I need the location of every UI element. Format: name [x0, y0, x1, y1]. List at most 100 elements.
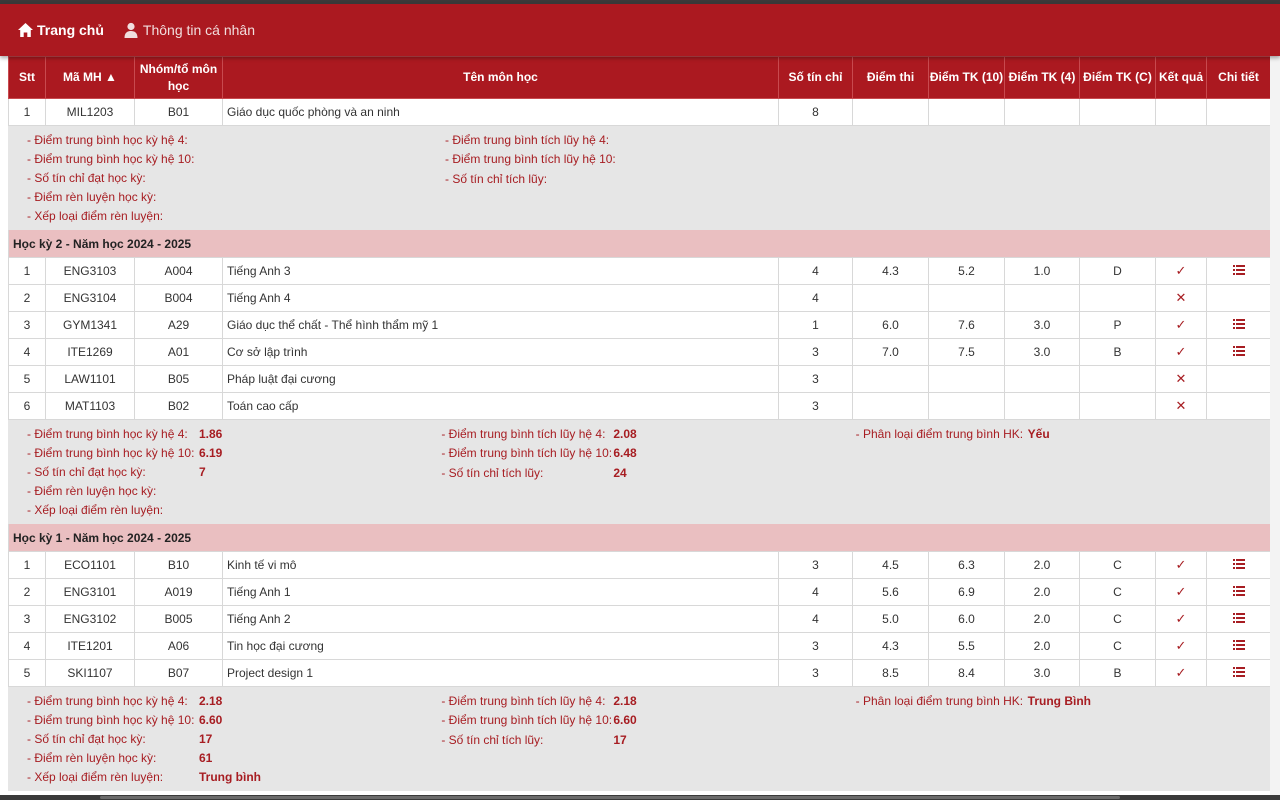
summary-line: - Xếp loại điểm rèn luyện:	[27, 206, 445, 225]
cell-tk4	[1004, 98, 1080, 126]
cell-stt: 4	[8, 338, 46, 366]
nav-profile[interactable]: Thông tin cá nhân	[122, 21, 255, 39]
cell-detail[interactable]	[1206, 551, 1271, 579]
nav-home-label: Trang chủ	[37, 22, 104, 38]
cell-detail[interactable]	[1206, 605, 1271, 633]
summary-value: 6.60	[613, 712, 637, 727]
cell-stt: 1	[8, 551, 46, 579]
cell-credits: 3	[778, 338, 853, 366]
cell-course-code: MIL1203	[45, 98, 135, 126]
cell-tk4: 2.0	[1004, 578, 1080, 606]
cell-course-name: Toán cao cấp	[222, 392, 779, 420]
cell-credits: 4	[778, 257, 853, 285]
cell-tkc	[1079, 392, 1156, 420]
cell-credits: 1	[778, 311, 853, 339]
cell-exam: 4.3	[852, 632, 929, 660]
summary-value: 24	[613, 466, 627, 480]
cell-stt: 3	[8, 311, 46, 339]
summary-classify-column: - Phân loại điểm trung bình HK: Trung Bìn…	[856, 691, 1270, 786]
summary-line: - Điểm rèn luyện học kỳ:	[27, 187, 445, 206]
summary-line: - Điểm trung bình tích lũy hệ 4:	[445, 130, 863, 149]
col-course-code[interactable]: Mã MH ▲	[45, 56, 135, 99]
nav-home[interactable]: Trang chủ	[16, 21, 104, 39]
cell-result: ✓	[1155, 551, 1207, 579]
list-icon[interactable]	[1232, 346, 1245, 356]
list-icon[interactable]	[1232, 640, 1245, 650]
cell-tk10: 6.3	[928, 551, 1005, 579]
cell-detail[interactable]	[1206, 632, 1271, 660]
summary-label: - Số tín chỉ đạt học kỳ:	[27, 464, 146, 479]
table-row: 4 ITE1269 A01 Cơ sở lập trình 3 7.0 7.5 3.0 B ✓	[8, 338, 1271, 366]
cell-credits: 3	[778, 659, 853, 687]
cell-tkc: B	[1079, 659, 1156, 687]
semester-summary: - Điểm trung bình học kỳ hệ 4: 1.86- Điểm…	[8, 419, 1271, 524]
summary-line: - Điểm rèn luyện học kỳ: 61	[27, 748, 441, 767]
cell-detail[interactable]	[1206, 578, 1271, 606]
cell-course-code: ENG3104	[45, 284, 135, 312]
cell-group: B10	[134, 551, 223, 579]
table-row: 3 ENG3102 B005 Tiếng Anh 2 4 5.0 6.0 2.0 C ✓	[8, 605, 1271, 633]
summary-label: - Điểm trung bình tích lũy hệ 10:	[441, 445, 613, 460]
cell-result: ✓	[1155, 659, 1207, 687]
list-icon[interactable]	[1232, 586, 1245, 596]
cell-tkc	[1079, 365, 1156, 393]
cell-stt: 1	[8, 257, 46, 285]
summary-columns: - Điểm trung bình học kỳ hệ 4: - Điểm tru…	[27, 130, 1270, 225]
horizontal-scrollbar[interactable]	[0, 795, 1280, 800]
cell-course-code: ENG3101	[45, 578, 135, 606]
cell-detail[interactable]	[1206, 338, 1271, 366]
cell-detail[interactable]	[1206, 659, 1271, 687]
summary-label: - Xếp loại điểm rèn luyện:	[27, 208, 164, 223]
cell-group: B004	[134, 284, 223, 312]
col-detail: Chi tiết	[1206, 56, 1271, 99]
user-icon	[122, 21, 140, 39]
summary-line: - Điểm trung bình học kỳ hệ 4: 2.18	[27, 691, 441, 710]
list-icon[interactable]	[1232, 265, 1245, 275]
scrollbar-thumb[interactable]	[100, 796, 1120, 799]
cell-detail[interactable]	[1206, 257, 1271, 285]
semester-summary: - Điểm trung bình học kỳ hệ 4: - Điểm tru…	[8, 125, 1271, 230]
summary-line: - Điểm trung bình tích lũy hệ 10:	[445, 149, 863, 168]
cell-credits: 3	[778, 632, 853, 660]
list-icon[interactable]	[1232, 319, 1245, 329]
col-exam: Điểm thi	[852, 56, 929, 99]
cell-group: A019	[134, 578, 223, 606]
cell-group: A06	[134, 632, 223, 660]
cell-result: ✓	[1155, 632, 1207, 660]
summary-label: - Điểm trung bình học kỳ hệ 4:	[27, 693, 188, 708]
cell-tkc: P	[1079, 311, 1156, 339]
nav-profile-label: Thông tin cá nhân	[142, 22, 255, 38]
summary-cell: - Điểm trung bình học kỳ hệ 4: - Điểm tru…	[8, 125, 1271, 230]
cell-credits: 3	[778, 365, 853, 393]
cell-group: B005	[134, 605, 223, 633]
cell-course-code: ITE1201	[45, 632, 135, 660]
summary-line: - Số tín chỉ tích lũy: 17	[441, 729, 855, 751]
summary-label: - Điểm trung bình tích lũy hệ 10:	[441, 712, 613, 727]
summary-label: - Điểm trung bình học kỳ hệ 4:	[27, 132, 188, 147]
summary-line: - Xếp loại điểm rèn luyện:	[27, 500, 441, 519]
cell-tkc: C	[1079, 632, 1156, 660]
cell-tk10	[928, 365, 1005, 393]
cell-group: B07	[134, 659, 223, 687]
cell-course-name: Pháp luật đại cương	[222, 365, 779, 393]
list-icon[interactable]	[1232, 559, 1245, 569]
table-header: Stt Mã MH ▲ Nhóm/tổ môn học Tên môn học …	[8, 56, 1271, 99]
summary-label: - Điểm trung bình tích lũy hệ 10:	[445, 151, 616, 166]
vertical-scrollbar[interactable]	[1270, 56, 1280, 800]
col-stt: Stt	[8, 56, 46, 99]
cell-tkc: B	[1079, 338, 1156, 366]
cell-tk10: 5.5	[928, 632, 1005, 660]
list-icon[interactable]	[1232, 667, 1245, 677]
top-navbar: Trang chủ Thông tin cá nhân	[0, 4, 1280, 56]
summary-label: - Phân loại điểm trung bình HK:	[855, 693, 1024, 708]
cell-tk4: 1.0	[1004, 257, 1080, 285]
table-row: 1 ENG3103 A004 Tiếng Anh 3 4 4.3 5.2 1.0 D ✓	[8, 257, 1271, 285]
cell-tk4: 2.0	[1004, 605, 1080, 633]
cell-detail[interactable]	[1206, 311, 1271, 339]
summary-value: 7	[199, 464, 206, 479]
summary-label: - Số tín chỉ tích lũy:	[441, 466, 544, 480]
summary-columns: - Điểm trung bình học kỳ hệ 4: 1.86- Điểm…	[27, 424, 1270, 519]
cell-tk10: 7.5	[928, 338, 1005, 366]
cell-course-name: Tiếng Anh 4	[222, 284, 779, 312]
list-icon[interactable]	[1232, 613, 1245, 623]
